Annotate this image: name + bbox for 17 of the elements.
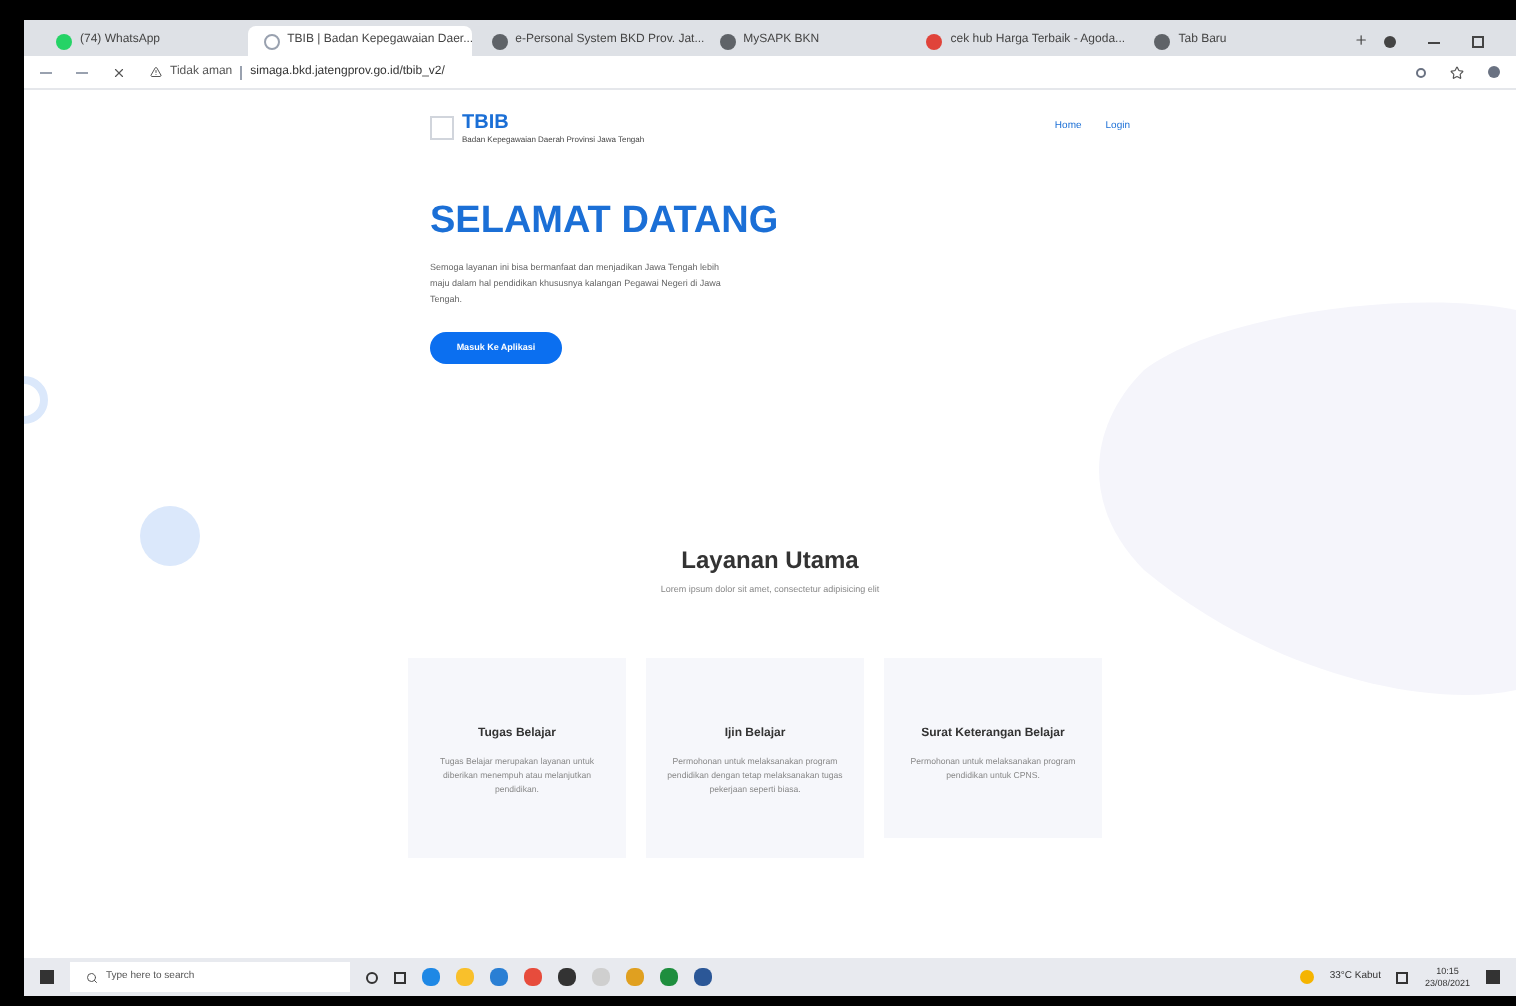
decorative-circle — [140, 506, 200, 566]
minimize-icon[interactable] — [1428, 41, 1441, 43]
new-tab-icon[interactable] — [1353, 32, 1369, 48]
hero-title: SELAMAT DATANG — [430, 202, 781, 240]
warning-icon — [150, 66, 162, 78]
search-icon — [86, 971, 98, 983]
star-icon[interactable] — [1450, 65, 1464, 79]
brand-name: TBIB — [462, 114, 511, 134]
profile-icon[interactable] — [1488, 66, 1500, 78]
close-icon[interactable] — [112, 65, 126, 79]
page-icon — [263, 33, 280, 49]
section-title: Layanan Utama — [681, 548, 859, 572]
decorative-ring — [24, 376, 48, 424]
sun-icon — [1299, 970, 1314, 984]
app-icon — [926, 33, 943, 49]
broken-image-icon — [430, 116, 454, 140]
restore-icon[interactable] — [1472, 36, 1485, 48]
